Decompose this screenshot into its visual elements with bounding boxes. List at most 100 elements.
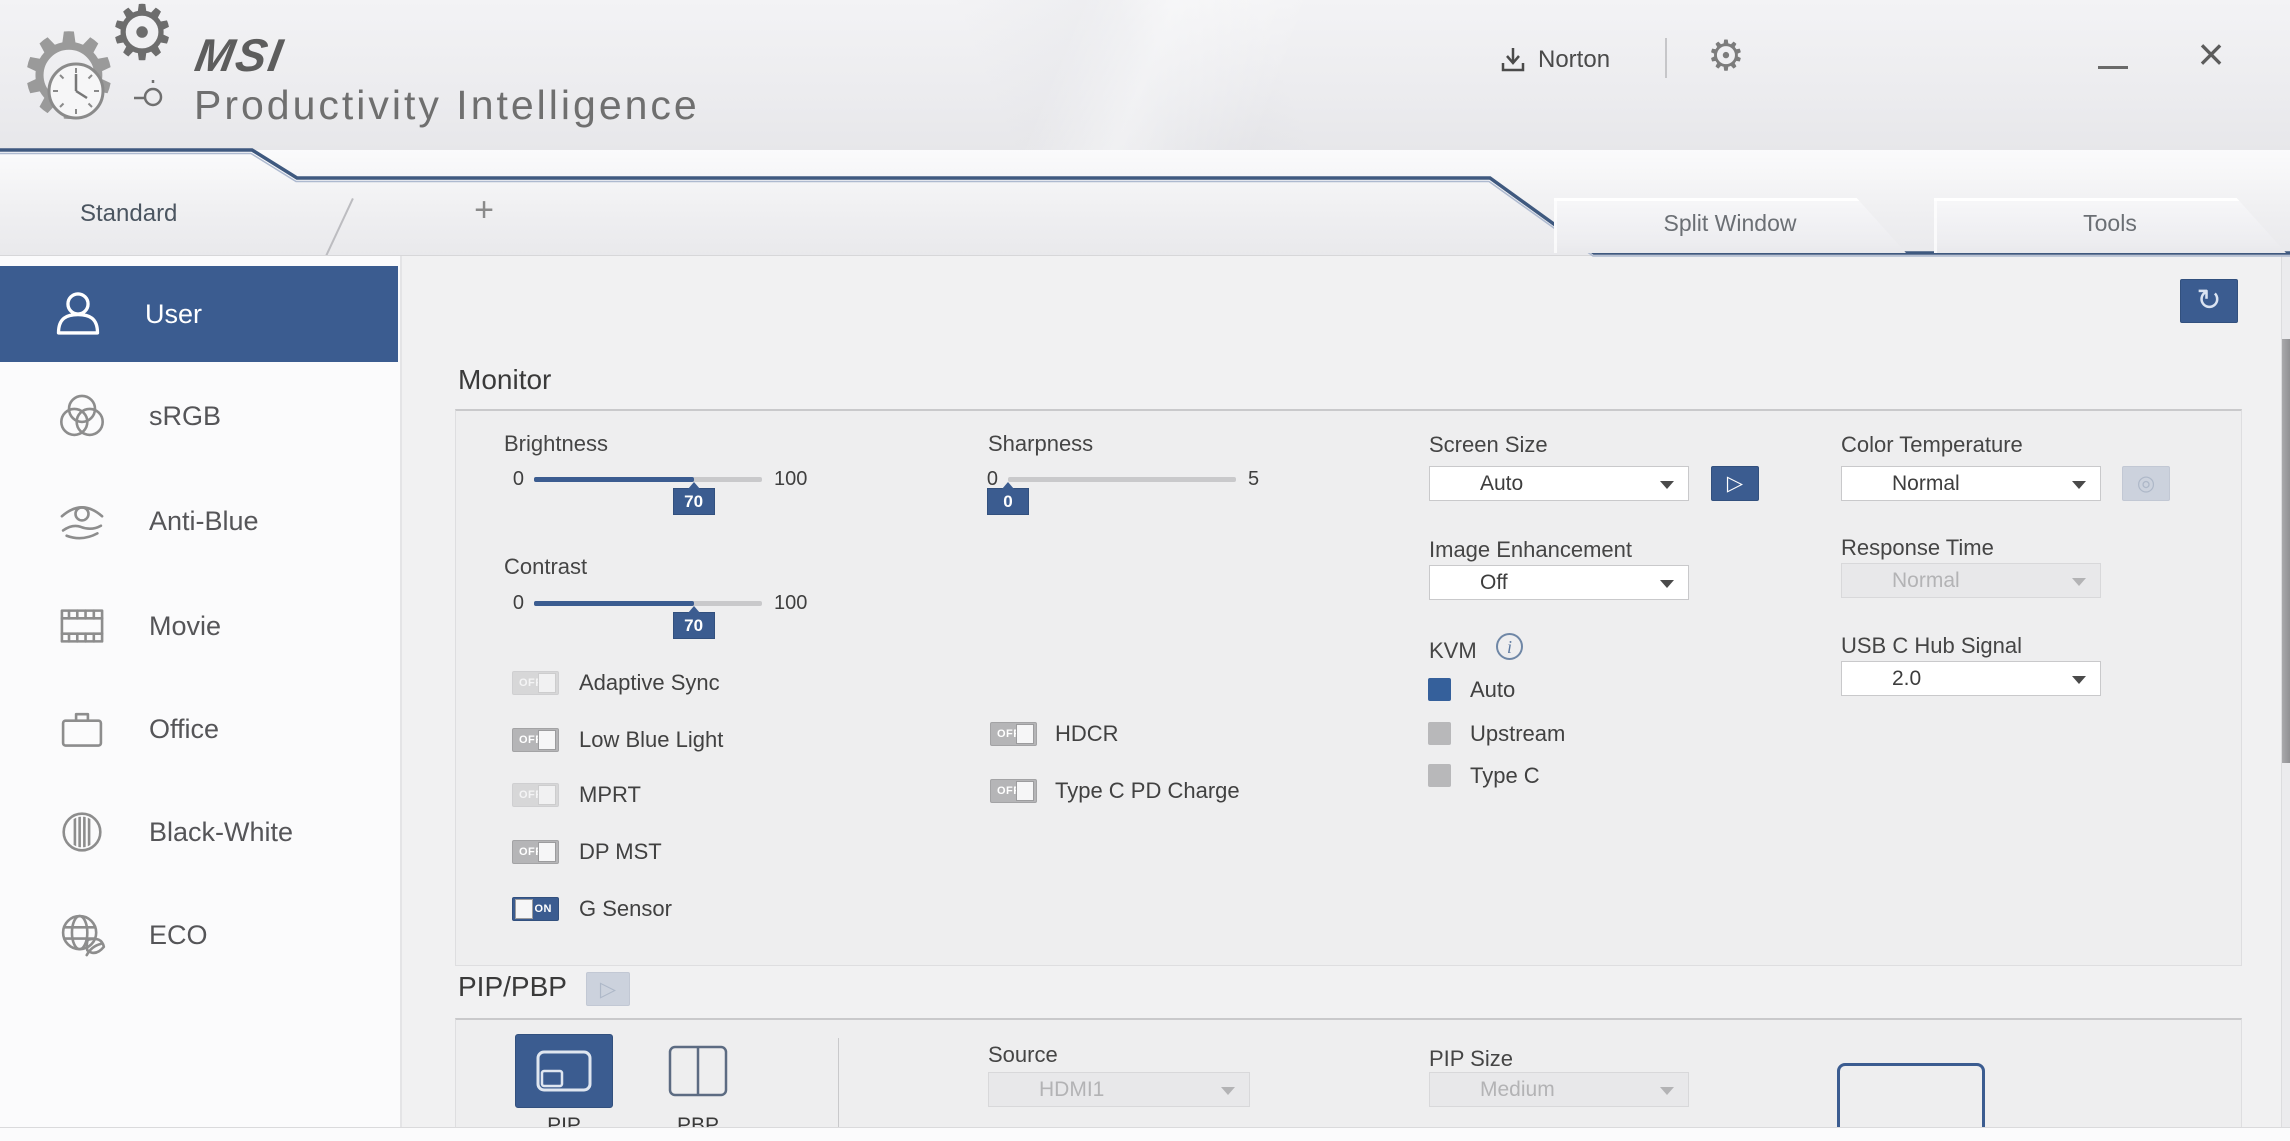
usb-c-hub-signal-dropdown[interactable]: 2.0 [1841,661,2101,696]
chevron-down-icon [2072,481,2086,489]
brightness-track[interactable]: 70 [534,477,762,482]
sidebar-item-eco[interactable]: ECO [4,887,398,983]
app-title: Productivity Intelligence [194,82,700,129]
pip-size-label: PIP Size [1429,1046,1513,1072]
kvm-option-auto[interactable] [1428,678,1451,701]
chevron-down-icon [2072,676,2086,684]
tab-band: Standard + Split Window Tools [0,150,2290,255]
pip-section-title: PIP/PBP [458,971,567,1003]
type-c-pd-charge-label: Type C PD Charge [1055,778,1240,804]
sidebar-item-label: User [145,299,202,330]
pbp-mode-button[interactable] [649,1034,747,1108]
adaptive-sync-toggle[interactable]: OFF [512,671,559,695]
scrollbar-thumb[interactable] [2282,339,2290,763]
sharpness-label: Sharpness [988,431,1093,457]
close-icon[interactable]: × [2185,26,2237,82]
app-logo: ⚙ ⚙ [14,2,194,142]
hdcr-toggle[interactable]: OFF [990,722,1037,746]
sidebar-item-office[interactable]: Office [4,681,398,777]
sidebar-item-label: Movie [149,611,221,642]
sidebar-item-srgb[interactable]: sRGB [4,368,398,464]
slider-fill [534,601,694,606]
logo-pendulum-icon [132,72,172,112]
response-time-dropdown: Normal [1841,563,2101,598]
logo-gear-small-icon: ⚙ [108,0,176,72]
sidebar-item-label: Anti-Blue [149,506,259,537]
download-icon [1500,46,1526,74]
chevron-down-icon [1660,580,1674,588]
slider-min: 0 [490,592,524,615]
image-enhancement-label: Image Enhancement [1429,537,1632,563]
hdcr-label: HDCR [1055,721,1119,747]
adaptive-sync-label: Adaptive Sync [579,670,720,696]
main-content: User sRGB Anti-Blue [0,255,2290,1141]
tab-split-window[interactable]: Split Window [1554,198,1906,253]
sidebar-item-black-white[interactable]: Black-White [4,784,398,880]
monitor-section-title: Monitor [458,364,551,396]
pip-icon [535,1049,593,1093]
logo-clock-icon [45,60,107,122]
pip-panel: PIP PBP Source HDMI1 PIP Size Medium [455,1018,2242,1141]
scrollbar-track[interactable] [2281,256,2290,1141]
brightness-slider[interactable]: 0 70 100 [490,469,807,489]
tab-tools[interactable]: Tools [1934,198,2286,253]
color-adjust-button: ◎ [2122,466,2170,501]
mprt-label: MPRT [579,782,641,808]
app-window: ⚙ ⚙ MSI Productivity Intelligence [0,0,2290,1141]
settings-gear-icon[interactable]: ⚙ [1700,30,1752,82]
kvm-option-upstream[interactable] [1428,722,1451,745]
source-label: Source [988,1042,1058,1068]
add-tab-button[interactable]: + [462,188,506,232]
kvm-option-auto-label: Auto [1470,677,1515,703]
minimize-icon [2098,66,2128,69]
chevron-down-icon [2072,578,2086,586]
slider-min: 0 [490,468,524,491]
sidebar-item-label: ECO [149,920,208,951]
brand-logo: MSI [191,28,288,82]
tab-standard[interactable]: Standard [80,200,177,228]
kvm-option-upstream-label: Upstream [1470,721,1565,747]
chevron-down-icon [1660,1087,1674,1095]
brightness-label: Brightness [504,431,608,457]
sidebar-item-label: Black-White [149,817,293,848]
sidebar-item-anti-blue[interactable]: Anti-Blue [4,473,398,569]
header: ⚙ ⚙ MSI Productivity Intelligence [0,0,2290,150]
color-temperature-dropdown[interactable]: Normal [1841,466,2101,501]
contrast-slider[interactable]: 0 70 100 [490,593,807,613]
contrast-label: Contrast [504,554,587,580]
low-blue-light-toggle[interactable]: OFF [512,728,559,752]
office-icon [56,703,108,755]
sidebar-item-user[interactable]: User [0,266,398,362]
slider-badge[interactable]: 0 [987,488,1029,515]
mprt-toggle[interactable]: OFF [512,783,559,807]
response-time-label: Response Time [1841,535,1994,561]
reset-button[interactable]: ↻ [2180,279,2238,323]
usb-c-hub-signal-label: USB C Hub Signal [1841,633,2022,659]
kvm-option-type-c-label: Type C [1470,763,1540,789]
screen-size-dropdown[interactable]: Auto [1429,466,1689,501]
image-enhancement-dropdown[interactable]: Off [1429,565,1689,600]
dp-mst-toggle[interactable]: OFF [512,840,559,864]
pbp-icon [667,1044,729,1098]
norton-button[interactable]: Norton [1500,40,1640,80]
sidebar-item-label: Office [149,714,219,745]
chevron-down-icon [1221,1087,1235,1095]
slider-badge[interactable]: 70 [673,612,715,639]
pip-panel-divider [838,1038,839,1141]
sharpness-track[interactable]: 0 [1008,477,1236,482]
type-c-pd-charge-toggle[interactable]: OFF [990,779,1037,803]
info-icon[interactable]: i [1496,633,1523,660]
pip-mode-button[interactable] [515,1034,613,1108]
sidebar-item-label: sRGB [149,401,221,432]
color-temperature-label: Color Temperature [1841,432,2023,458]
slider-max: 100 [774,592,807,615]
screen-size-apply-button[interactable]: ▷ [1711,466,1759,501]
g-sensor-toggle[interactable]: ON [512,897,559,921]
sharpness-slider[interactable]: 0 0 5 [964,469,1259,489]
minimize-button[interactable] [2090,40,2136,80]
pip-play-button: ▷ [586,972,630,1006]
contrast-track[interactable]: 70 [534,601,762,606]
sidebar-item-movie[interactable]: Movie [4,578,398,674]
slider-badge[interactable]: 70 [673,488,715,515]
kvm-option-type-c[interactable] [1428,764,1451,787]
